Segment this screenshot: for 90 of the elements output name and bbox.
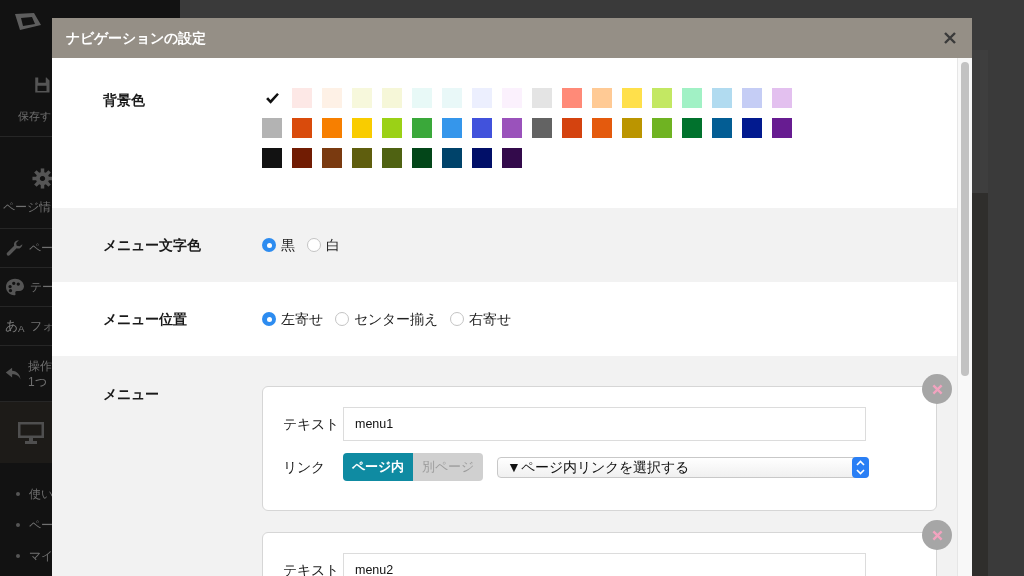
link-select[interactable]: ▼ページ内リンクを選択する <box>497 456 869 478</box>
sidebar-link[interactable]: 使い <box>29 484 53 503</box>
color-swatch[interactable] <box>322 88 342 108</box>
sidebar-link[interactable]: マイ <box>29 546 53 565</box>
radio-label[interactable]: 左寄せ <box>281 310 323 328</box>
radio-label[interactable]: 右寄せ <box>469 310 511 328</box>
field-label: リンク <box>283 457 326 477</box>
close-icon[interactable] <box>931 383 943 395</box>
radio-label[interactable]: 黒 <box>281 236 295 254</box>
color-swatch[interactable] <box>682 118 702 138</box>
color-swatch[interactable] <box>652 118 672 138</box>
logo-icon[interactable] <box>15 13 41 30</box>
tool-label[interactable]: 操作 <box>28 357 52 374</box>
color-swatch[interactable] <box>622 118 642 138</box>
color-swatch[interactable] <box>742 88 762 108</box>
color-swatch[interactable] <box>442 148 462 168</box>
radio-button[interactable] <box>307 238 321 252</box>
palette-icon[interactable] <box>5 278 25 296</box>
color-swatch[interactable] <box>562 88 582 108</box>
color-swatch[interactable] <box>562 118 582 138</box>
color-swatch[interactable] <box>502 148 522 168</box>
close-icon[interactable] <box>931 529 943 541</box>
tool-label[interactable]: 保存す <box>18 109 51 123</box>
scrollbar-thumb[interactable] <box>961 62 969 376</box>
updown-arrows-icon[interactable] <box>852 456 869 478</box>
color-swatch[interactable] <box>322 148 342 168</box>
field-label: テキスト <box>283 414 340 434</box>
wrench-icon[interactable] <box>5 238 24 258</box>
scrollbar-track[interactable] <box>957 58 972 576</box>
color-swatch[interactable] <box>442 118 462 138</box>
bullet-icon <box>16 522 20 527</box>
radio-button[interactable] <box>262 238 276 252</box>
color-swatch[interactable] <box>592 88 612 108</box>
radio-button[interactable] <box>262 312 276 326</box>
setting-label: メニュー文字色 <box>103 238 201 253</box>
color-swatch[interactable] <box>712 118 732 138</box>
color-swatch[interactable] <box>532 118 552 138</box>
color-swatch[interactable] <box>352 148 372 168</box>
tool-label[interactable]: フォ <box>29 318 54 334</box>
color-swatch[interactable] <box>352 118 372 138</box>
link-mode-button[interactable]: ページ内 <box>343 453 413 481</box>
setting-label: メニュー位置 <box>103 312 187 327</box>
bullet-icon <box>16 491 20 496</box>
color-swatch[interactable] <box>262 148 282 168</box>
check-icon <box>265 92 279 104</box>
tool-label[interactable]: ペー <box>29 240 53 256</box>
color-swatch[interactable] <box>292 118 312 138</box>
font-icon[interactable]: あ$_{A}$ <box>5 318 25 334</box>
dialog-title: ナビゲーションの設定 <box>66 28 206 48</box>
color-swatch[interactable] <box>262 118 282 138</box>
monitor-icon[interactable] <box>18 421 44 444</box>
radio-button[interactable] <box>450 312 464 326</box>
color-swatch[interactable] <box>352 88 372 108</box>
delete-button[interactable] <box>922 374 952 404</box>
color-swatch[interactable] <box>472 148 492 168</box>
setting-label: メニュー <box>103 387 159 402</box>
color-swatch[interactable] <box>292 88 312 108</box>
color-swatch[interactable] <box>382 118 402 138</box>
sidebar-link[interactable]: ペー <box>29 515 53 534</box>
color-swatch[interactable] <box>622 88 642 108</box>
field-label: テキスト <box>283 560 340 576</box>
color-swatch[interactable] <box>412 148 432 168</box>
text-input[interactable]: menu2 <box>343 553 866 576</box>
bullet-icon <box>16 553 20 558</box>
color-swatch[interactable] <box>322 118 342 138</box>
color-swatch[interactable] <box>592 118 612 138</box>
color-swatch[interactable] <box>472 118 492 138</box>
text-input[interactable]: menu1 <box>343 407 866 441</box>
color-swatch[interactable] <box>772 88 792 108</box>
color-swatch[interactable] <box>292 148 312 168</box>
close-button[interactable] <box>943 31 957 45</box>
color-swatch[interactable] <box>712 88 732 108</box>
radio-label[interactable]: 白 <box>326 236 340 254</box>
color-swatch[interactable] <box>502 118 522 138</box>
color-swatch[interactable] <box>772 118 792 138</box>
setting-label: 背景色 <box>103 93 145 108</box>
color-swatch[interactable] <box>532 88 552 108</box>
color-swatch[interactable] <box>652 88 672 108</box>
color-swatch[interactable] <box>382 88 402 108</box>
tool-label[interactable]: ページ情 <box>3 200 51 214</box>
undo-icon[interactable] <box>5 366 22 381</box>
delete-button[interactable] <box>922 520 952 550</box>
settings-icon[interactable] <box>32 168 53 189</box>
color-swatch[interactable] <box>382 148 402 168</box>
color-swatch[interactable] <box>412 118 432 138</box>
radio-label[interactable]: センター揃え <box>354 310 438 328</box>
color-swatch[interactable] <box>742 118 762 138</box>
radio-button[interactable] <box>335 312 349 326</box>
tool-label[interactable]: 1つ <box>28 373 52 390</box>
color-swatch[interactable] <box>682 88 702 108</box>
